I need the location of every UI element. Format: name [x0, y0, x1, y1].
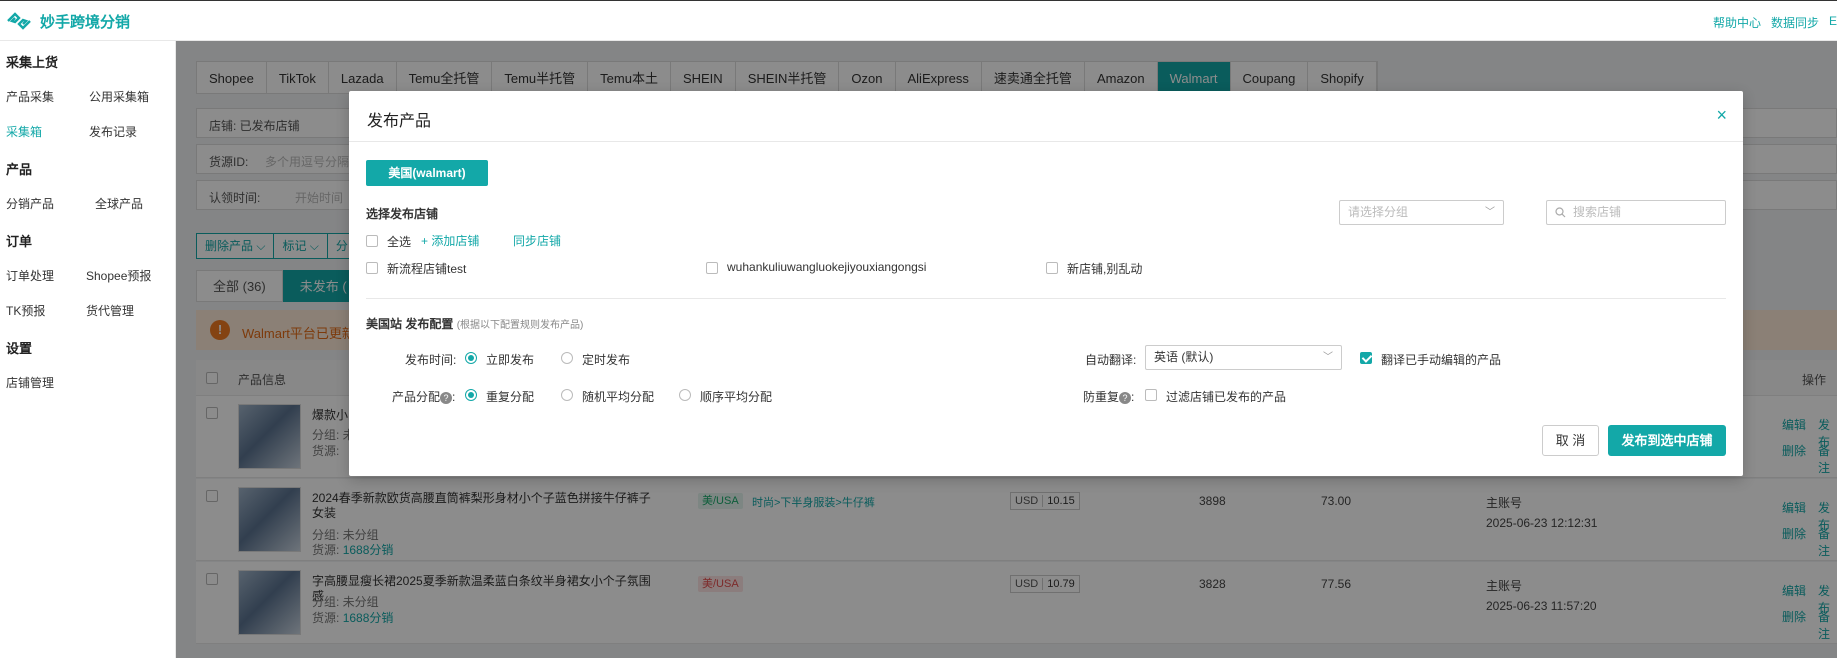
dist-order-radio[interactable] [679, 389, 691, 401]
store-checkbox-2[interactable] [706, 262, 718, 274]
dist-random-label: 随机平均分配 [582, 390, 655, 404]
sidebar-section-order: 订单 [6, 234, 33, 249]
sidebar-item-shopee-forecast[interactable]: Shopee预报 [86, 267, 151, 284]
config-hint: (根据以下配置规则发布产品) [456, 320, 584, 331]
sidebar-section-settings: 设置 [6, 341, 33, 356]
add-store-button[interactable]: + 添加店铺 [421, 232, 479, 249]
publish-now-label: 立即发布 [486, 353, 535, 367]
header-more-link[interactable]: E [1829, 14, 1837, 31]
translate-language-select[interactable]: 英语 (默认) ﹀ [1145, 345, 1342, 370]
app-logo[interactable]: 妙手跨境分销 [6, 10, 130, 32]
publish-time-label: 发布时间: [405, 353, 457, 367]
header-links: 帮助中心 数据同步 E [1713, 14, 1837, 31]
country-walmart-us-button[interactable]: 美国(walmart) [366, 160, 488, 186]
publish-product-dialog: 发布产品 × 美国(walmart) 选择发布店铺 请选择分组 ﹀ 搜索店铺 全… [349, 91, 1743, 476]
translate-edited-checkbox[interactable] [1360, 352, 1372, 364]
dialog-title: 发布产品 [367, 113, 432, 130]
publish-scheduled-label: 定时发布 [582, 353, 631, 367]
section-divider [366, 298, 1726, 299]
chevron-down-icon: ﹀ [1323, 352, 1333, 363]
help-center-link[interactable]: 帮助中心 [1713, 14, 1761, 31]
top-header: 妙手跨境分销 帮助中心 数据同步 E [0, 0, 1837, 41]
help-icon[interactable]: ? [1119, 392, 1132, 404]
store-checkbox-3[interactable] [1046, 262, 1058, 274]
dedupe-option-label: 过滤店铺已发布的产品 [1166, 390, 1287, 404]
sidebar-item-dist-product[interactable]: 分销产品 [6, 195, 54, 212]
select-store-label: 选择发布店铺 [366, 207, 439, 221]
chevron-down-icon: ﹀ [1485, 207, 1495, 218]
sidebar-item-order-process[interactable]: 订单处理 [6, 267, 54, 284]
dist-repeat-radio[interactable] [465, 389, 477, 401]
data-sync-link[interactable]: 数据同步 [1771, 14, 1819, 31]
dist-repeat-label: 重复分配 [486, 390, 535, 404]
config-title: 美国站 发布配置 (根据以下配置规则发布产品) [366, 315, 583, 332]
sidebar-section-collect: 采集上货 [6, 55, 59, 70]
sidebar-item-product-collect[interactable]: 产品采集 [6, 88, 54, 105]
publish-to-selected-button[interactable]: 发布到选中店铺 [1608, 425, 1726, 456]
logo-icon [7, 12, 31, 30]
dist-order-label: 顺序平均分配 [700, 390, 773, 404]
app-name: 妙手跨境分销 [40, 13, 131, 31]
sidebar-section-product: 产品 [6, 162, 33, 177]
dedupe-label: 防重复?: [1083, 390, 1135, 404]
store-search-placeholder: 搜索店铺 [1573, 205, 1622, 219]
dist-random-radio[interactable] [561, 389, 573, 401]
group-select[interactable]: 请选择分组 ﹀ [1339, 200, 1504, 225]
store-name-3: 新店铺,别乱动 [1067, 262, 1143, 276]
publish-scheduled-radio[interactable] [561, 352, 573, 364]
publish-now-radio[interactable] [465, 352, 477, 364]
search-icon [1555, 207, 1566, 218]
sidebar: 采集上货 产品采集 公用采集箱 采集箱 发布记录 产品 分销产品 全球产品 订单… [0, 41, 176, 658]
cancel-button[interactable]: 取 消 [1542, 425, 1599, 456]
select-all-stores-checkbox[interactable] [366, 235, 378, 247]
translate-edited-label: 翻译已手动编辑的产品 [1381, 353, 1502, 367]
group-select-placeholder: 请选择分组 [1348, 205, 1409, 219]
distribution-label: 产品分配?: [392, 390, 456, 404]
close-icon[interactable]: × [1716, 105, 1727, 126]
select-all-label: 全选 [387, 235, 412, 249]
sidebar-item-collect-box[interactable]: 采集箱 [6, 123, 42, 140]
sidebar-item-store-manage[interactable]: 店铺管理 [6, 374, 54, 391]
dialog-divider [349, 141, 1743, 142]
auto-translate-label: 自动翻译: [1085, 353, 1137, 367]
help-icon[interactable]: ? [440, 392, 453, 404]
sidebar-item-public-box[interactable]: 公用采集箱 [89, 88, 149, 105]
sync-store-button[interactable]: 同步店铺 [513, 232, 561, 249]
sidebar-item-publish-record[interactable]: 发布记录 [89, 123, 137, 140]
translate-language-value: 英语 (默认) [1154, 350, 1214, 364]
sidebar-item-global-product[interactable]: 全球产品 [95, 195, 143, 212]
dedupe-label-text: 防重复 [1083, 390, 1120, 404]
sidebar-item-tk-forecast[interactable]: TK预报 [6, 302, 45, 319]
store-name-2: wuhankuliuwangluokejiyouxiangongsi [727, 260, 927, 274]
store-name-1: 新流程店铺test [387, 262, 467, 276]
sidebar-item-forwarder[interactable]: 货代管理 [86, 302, 134, 319]
store-checkbox-1[interactable] [366, 262, 378, 274]
store-search-input[interactable]: 搜索店铺 [1546, 200, 1726, 225]
dedupe-checkbox[interactable] [1145, 389, 1157, 401]
config-title-text: 美国站 发布配置 [366, 317, 454, 331]
distribution-label-text: 产品分配 [392, 390, 441, 404]
